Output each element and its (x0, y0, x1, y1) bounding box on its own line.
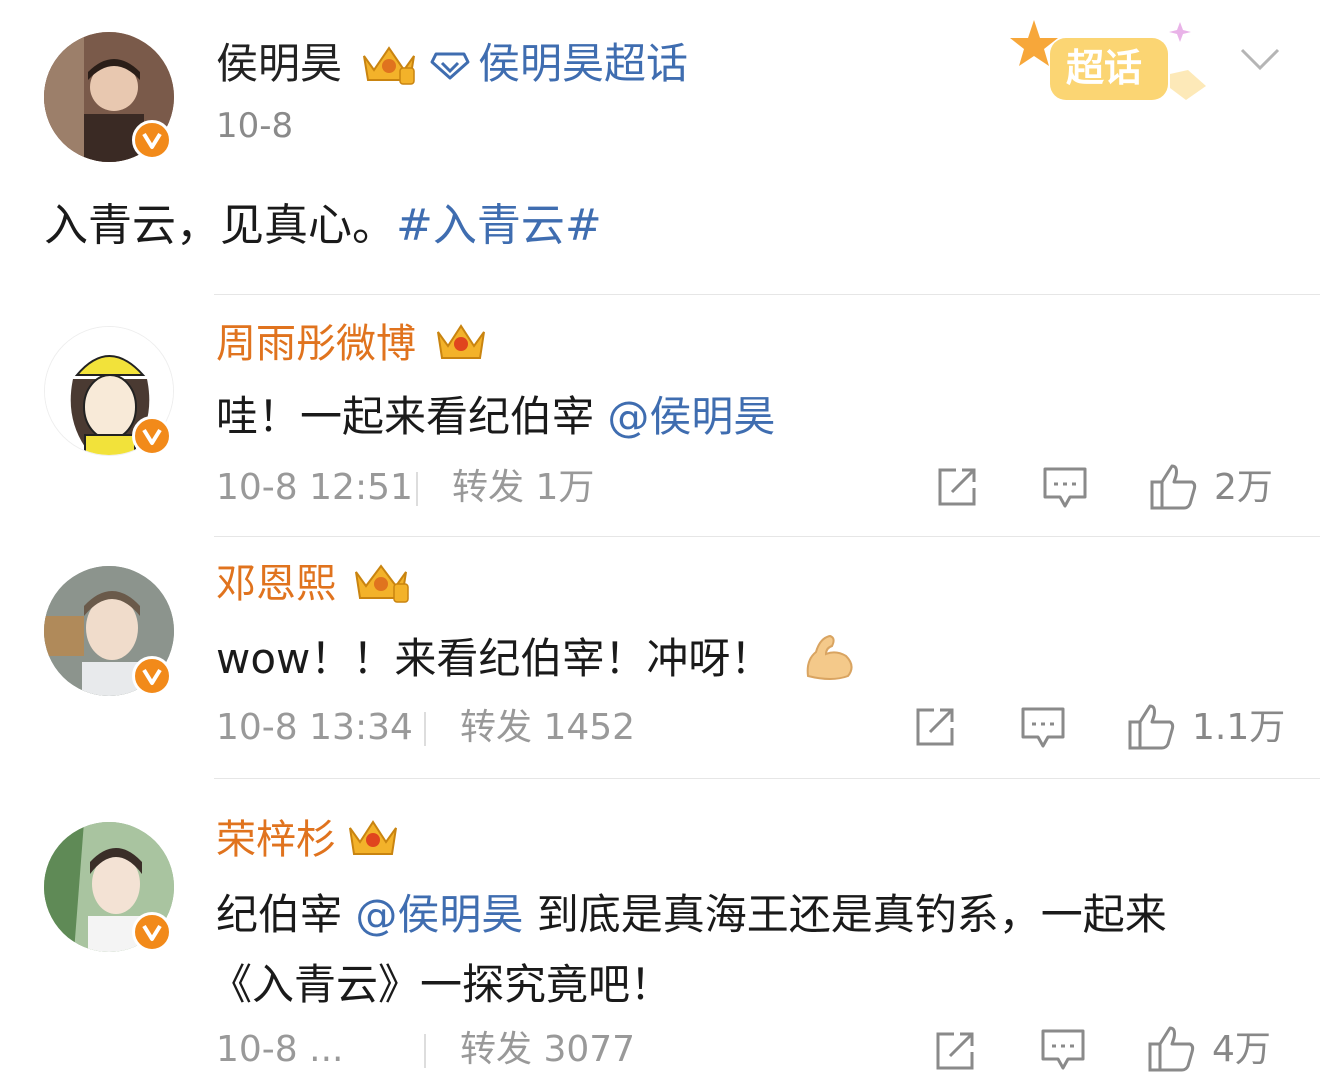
post-date: 10-8 (216, 106, 294, 146)
comment-icon[interactable] (1020, 706, 1066, 750)
crown-icon (437, 324, 485, 359)
verified-icon (132, 416, 172, 456)
repost-count[interactable]: 转发 1万 (452, 466, 594, 510)
crown-icon (363, 46, 415, 85)
thumb-up-icon[interactable] (1146, 1024, 1196, 1072)
verified-icon (132, 656, 172, 696)
comment-time: 10-8 12:51 (216, 467, 413, 508)
share-icon[interactable] (934, 1030, 978, 1072)
post-hashtag[interactable]: #入青云# (396, 200, 602, 251)
repost-count[interactable]: 转发 1452 (460, 706, 635, 750)
comment-body-cont: 到底是真海王还是真钓系，一起来 (536, 890, 1167, 939)
mention-link[interactable]: @侯明昊 (607, 392, 775, 441)
divider (214, 536, 1320, 537)
share-icon[interactable] (936, 466, 980, 508)
like-count: 2万 (1214, 467, 1273, 508)
commenter-name[interactable]: 荣梓杉 (216, 814, 336, 866)
comment-text: wow！！来看纪伯宰！冲呀！ (216, 632, 772, 686)
comment-text-line2: 《入青云》一探究竟吧！ (210, 960, 673, 1009)
comment-icon[interactable] (1040, 1028, 1086, 1072)
comment-body: wow！！来看纪伯宰！冲呀！ (216, 634, 773, 683)
supertopic-badge[interactable]: 超话 (1010, 16, 1210, 106)
verified-icon (132, 120, 172, 160)
post-body: 入青云，见真心。 (44, 200, 396, 251)
comment-time: 10-8 13:34 (216, 707, 413, 748)
diamond-icon (430, 52, 470, 80)
divider (214, 778, 1320, 779)
comment-body: 哇！一起来看纪伯宰 (216, 392, 595, 441)
supertopic-badge-label: 超话 (1066, 46, 1143, 90)
meta-separator (424, 712, 426, 746)
flex-emoji-icon (806, 634, 853, 680)
comment-time: 10-8 ... (216, 1029, 344, 1070)
comment-icon[interactable] (1042, 466, 1088, 510)
thumb-up-icon[interactable] (1148, 462, 1198, 510)
crown-icon (349, 820, 397, 855)
like-count: 1.1万 (1192, 707, 1286, 748)
commenter-name[interactable]: 周雨彤微博 (216, 318, 416, 370)
post-text: 入青云，见真心。#入青云# (44, 198, 602, 254)
commenter-name[interactable]: 邓恩熙 (216, 558, 336, 610)
divider (214, 294, 1320, 295)
comment-body: 纪伯宰 (216, 890, 343, 939)
meta-separator (424, 1034, 426, 1068)
supertopic-link[interactable]: 侯明昊超话 (478, 38, 688, 90)
meta-separator (416, 472, 418, 506)
comment-text: 纪伯宰 @侯明昊 到底是真海王还是真钓系，一起来 (216, 888, 1296, 942)
crown-icon (355, 564, 409, 603)
thumb-up-icon[interactable] (1126, 702, 1176, 750)
author-name[interactable]: 侯明昊 (216, 38, 342, 90)
chevron-down-icon[interactable] (1240, 46, 1280, 72)
verified-icon (132, 912, 172, 952)
comment-text: 哇！一起来看纪伯宰 @侯明昊 (216, 390, 775, 444)
like-count: 4万 (1212, 1029, 1271, 1070)
mention-link[interactable]: @侯明昊 (355, 890, 523, 939)
share-icon[interactable] (914, 706, 958, 748)
repost-count[interactable]: 转发 3077 (460, 1028, 635, 1072)
